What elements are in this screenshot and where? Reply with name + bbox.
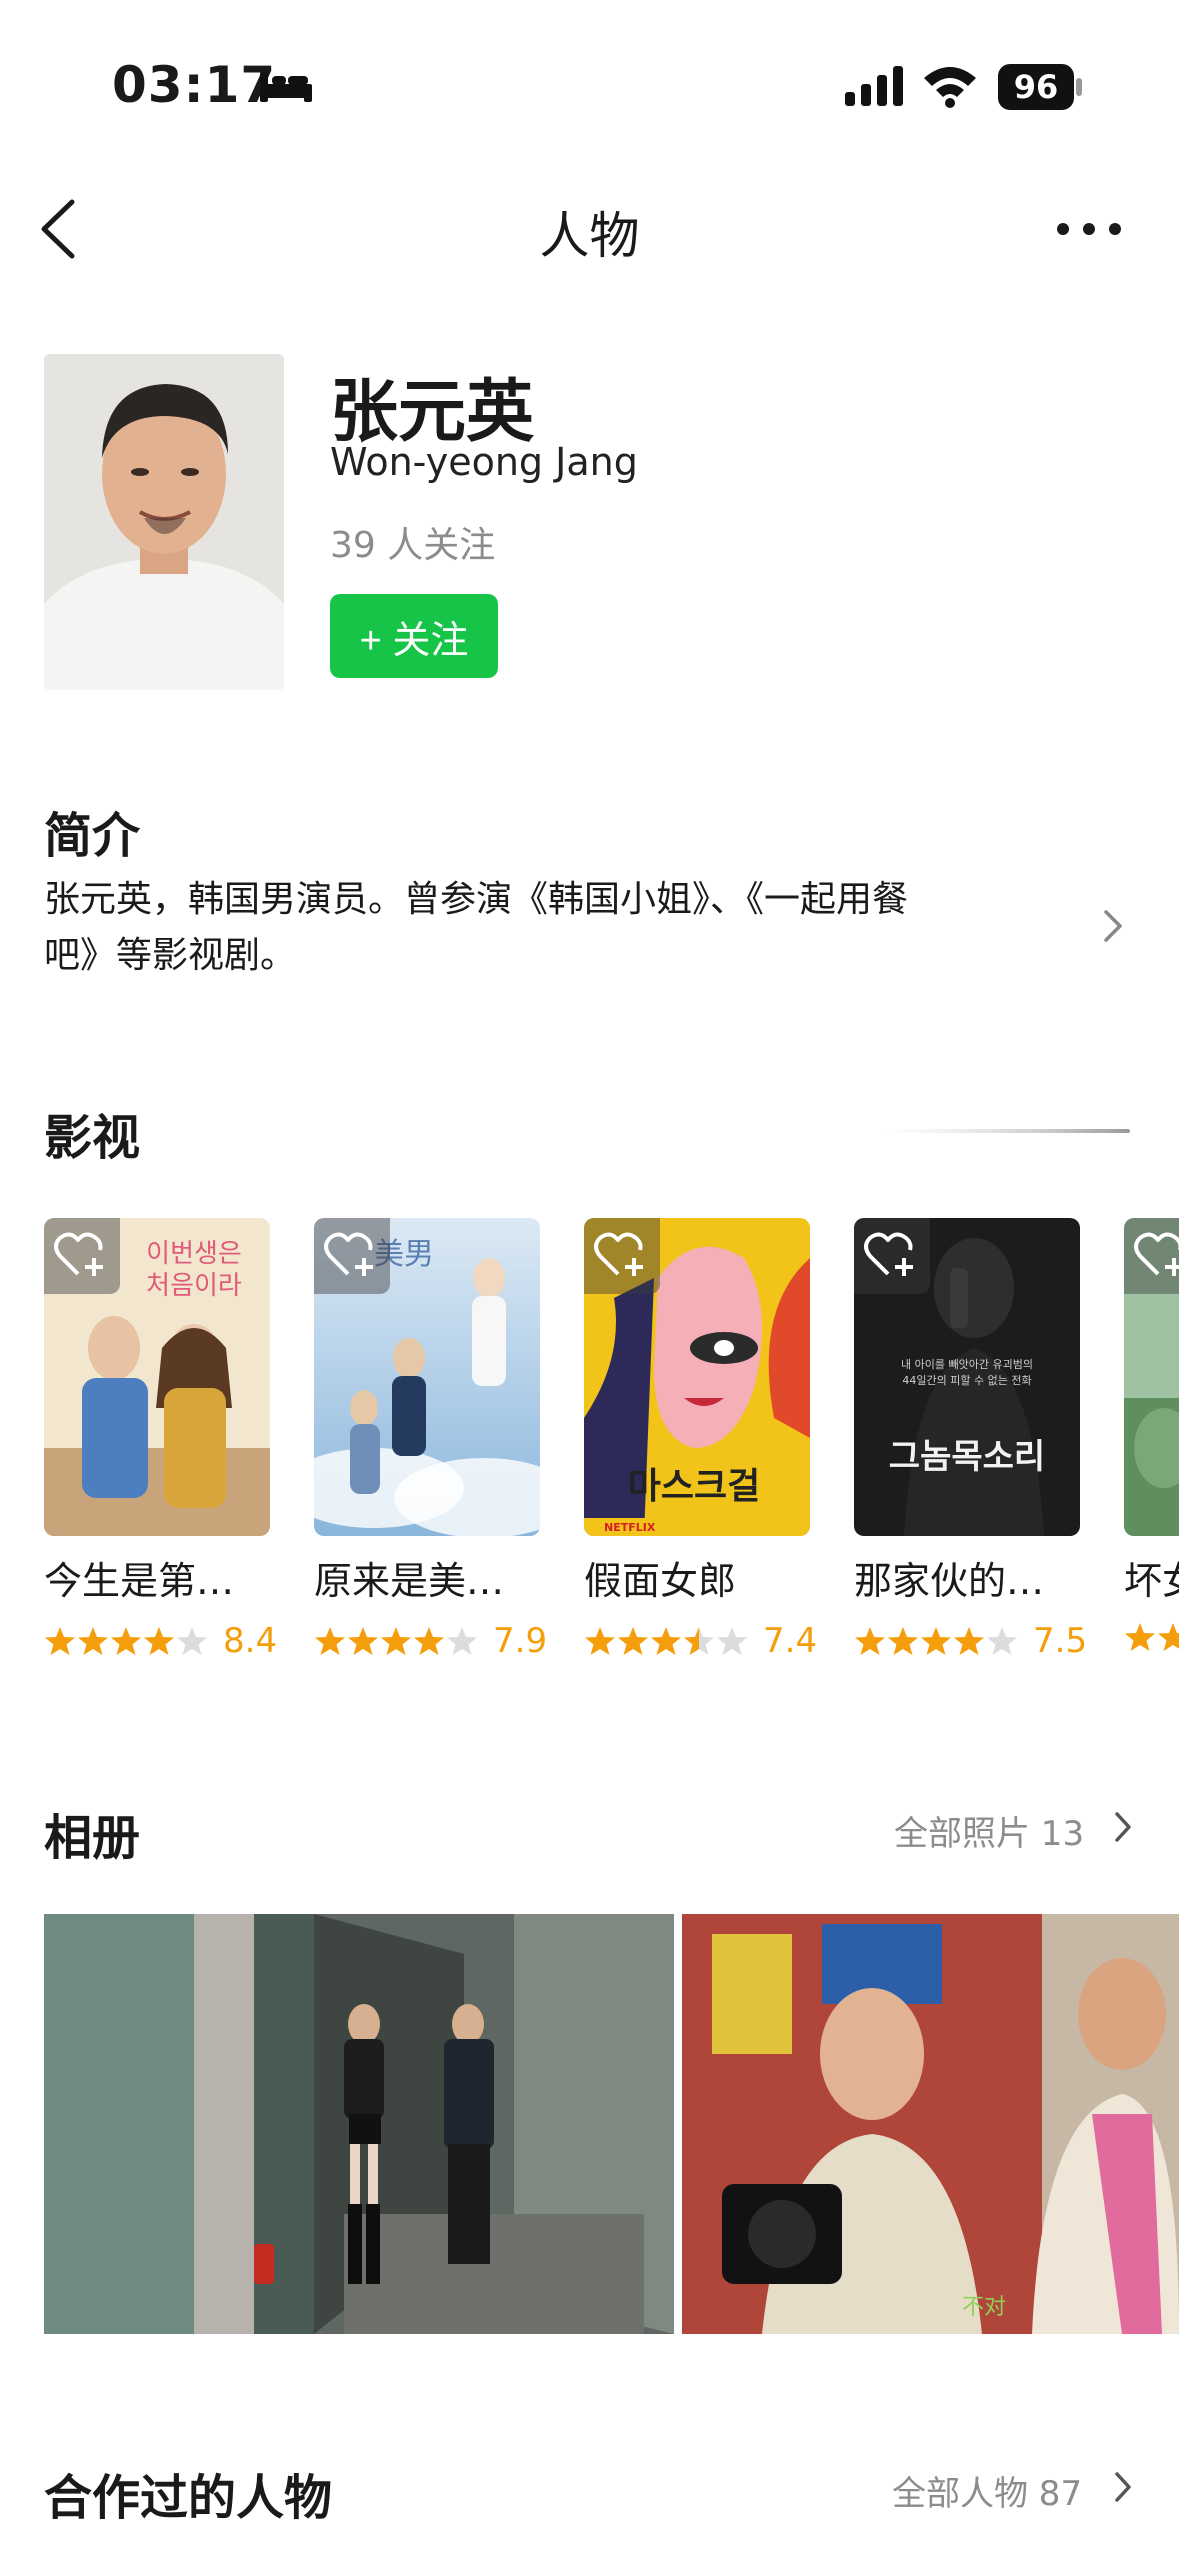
cellular-signal-icon — [845, 66, 903, 106]
rating-stars — [44, 1625, 209, 1657]
rating-score: 7.5 — [1033, 1621, 1088, 1661]
star-full-icon — [1125, 1623, 1155, 1651]
rating-score: 8.4 — [223, 1621, 278, 1661]
svg-text:내 아이를 빼앗아간 유괴범의: 내 아이를 빼앗아간 유괴범의 — [901, 1358, 1033, 1371]
svg-text:처음이라: 처음이라 — [146, 1271, 242, 1301]
battery-cap — [1076, 78, 1082, 96]
star-full-icon — [315, 1627, 345, 1655]
star-full-icon — [348, 1627, 378, 1655]
star-full-icon — [888, 1627, 918, 1655]
film-rating: 7.4 — [584, 1621, 817, 1661]
film-poster: 이번생은 처음이라 — [44, 1218, 270, 1536]
heart-plus-icon[interactable] — [1124, 1218, 1179, 1294]
star-empty-icon — [987, 1627, 1017, 1655]
follow-button[interactable]: + 关注 — [330, 594, 498, 678]
svg-text:이번생은: 이번생은 — [146, 1239, 242, 1269]
star-full-icon — [78, 1627, 108, 1655]
album-heading: 相册 — [44, 1810, 141, 1866]
film-card[interactable]: 그놈목소리 내 아이를 빼앗아간 유괴범의 44일간의 피할 수 없는 전화 那… — [854, 1218, 1087, 1661]
star-full-icon — [651, 1627, 681, 1655]
avatar — [44, 354, 284, 690]
wifi-icon — [924, 67, 976, 108]
chevron-right-icon[interactable] — [1100, 908, 1126, 944]
film-title: 那家伙的… — [854, 1559, 1045, 1603]
chevron-right-icon[interactable] — [1112, 1810, 1134, 1844]
album-photo[interactable]: 不对 — [682, 1914, 1179, 2334]
rating-score: 7.9 — [493, 1621, 548, 1661]
svg-text:44일간의 피할 수 없는 전화: 44일간의 피할 수 없는 전화 — [902, 1373, 1031, 1387]
film-title: 假面女郎 — [584, 1559, 737, 1603]
intro-text[interactable]: 张元英，韩国男演员。曾参演《韩国小姐》、《一起用餐 吧》等影视剧。 — [44, 872, 1054, 984]
film-card[interactable]: 마스크걸 NETFLIX 假面女郎 7.4 — [584, 1218, 817, 1661]
svg-text:그놈목소리: 그놈목소리 — [889, 1437, 1045, 1477]
film-card[interactable]: 이번생은 처음이라 今生是第… 8.4 — [44, 1218, 277, 1661]
star-full-icon — [921, 1627, 951, 1655]
rating-stars — [1124, 1621, 1179, 1653]
battery-indicator: 96 — [998, 64, 1074, 110]
star-empty-icon — [717, 1627, 747, 1655]
star-full-icon — [144, 1627, 174, 1655]
heart-plus-icon[interactable] — [44, 1218, 120, 1294]
film-rating — [1124, 1621, 1179, 1653]
rating-stars — [314, 1625, 479, 1657]
intro-heading: 简介 — [44, 808, 141, 864]
star-full-icon — [618, 1627, 648, 1655]
star-full-icon — [585, 1627, 615, 1655]
film-card[interactable]: 美男 原来是美… 7.9 — [314, 1218, 547, 1661]
star-half-icon — [684, 1627, 714, 1655]
heart-plus-icon[interactable] — [584, 1218, 660, 1294]
film-card[interactable]: 坏女 — [1124, 1218, 1179, 1653]
film-poster: 美男 — [314, 1218, 540, 1536]
svg-text:不对: 不对 — [962, 2295, 1006, 2320]
star-empty-icon — [447, 1627, 477, 1655]
svg-text:NETFLIX: NETFLIX — [604, 1521, 656, 1534]
star-full-icon — [1158, 1623, 1179, 1651]
rating-score: 7.4 — [763, 1621, 818, 1661]
film-poster — [1124, 1218, 1179, 1536]
star-empty-icon — [177, 1627, 207, 1655]
page-title: 人物 — [539, 207, 640, 265]
scroll-indicator — [880, 1129, 1130, 1133]
film-title: 原来是美… — [314, 1559, 505, 1603]
heart-plus-icon[interactable] — [854, 1218, 930, 1294]
film-title: 今生是第… — [44, 1559, 235, 1603]
film-poster: 마스크걸 NETFLIX — [584, 1218, 810, 1536]
film-title: 坏女 — [1124, 1559, 1179, 1603]
sleep-focus-icon — [260, 72, 312, 102]
star-full-icon — [381, 1627, 411, 1655]
star-full-icon — [414, 1627, 444, 1655]
heart-plus-icon[interactable] — [314, 1218, 390, 1294]
film-rating: 8.4 — [44, 1621, 277, 1661]
film-rating: 7.9 — [314, 1621, 547, 1661]
star-full-icon — [954, 1627, 984, 1655]
intro-line-1: 张元英，韩国男演员。曾参演《韩国小姐》、《一起用餐 — [44, 879, 909, 920]
star-full-icon — [855, 1627, 885, 1655]
all-photos-link[interactable]: 全部照片 13 — [894, 1806, 1084, 1855]
rating-stars — [584, 1625, 749, 1657]
status-time: 03:17 — [112, 56, 277, 114]
film-rating: 7.5 — [854, 1621, 1087, 1661]
film-poster: 그놈목소리 내 아이를 빼앗아간 유괴범의 44일간의 피할 수 없는 전화 — [854, 1218, 1080, 1536]
star-full-icon — [111, 1627, 141, 1655]
chevron-right-icon[interactable] — [1112, 2470, 1134, 2504]
follower-count: 39 人关注 — [330, 525, 496, 566]
more-options-icon[interactable] — [1054, 214, 1124, 244]
all-people-link[interactable]: 全部人物 87 — [892, 2466, 1082, 2515]
films-heading: 影视 — [44, 1110, 141, 1166]
person-name-english: Won-yeong Jang — [330, 440, 638, 484]
rating-stars — [854, 1625, 1019, 1657]
collaborators-heading: 合作过的人物 — [44, 2470, 333, 2526]
album-photo[interactable] — [44, 1914, 674, 2334]
svg-text:마스크걸: 마스크걸 — [628, 1466, 760, 1507]
intro-line-2: 吧》等影视剧。 — [44, 935, 297, 976]
star-full-icon — [45, 1627, 75, 1655]
